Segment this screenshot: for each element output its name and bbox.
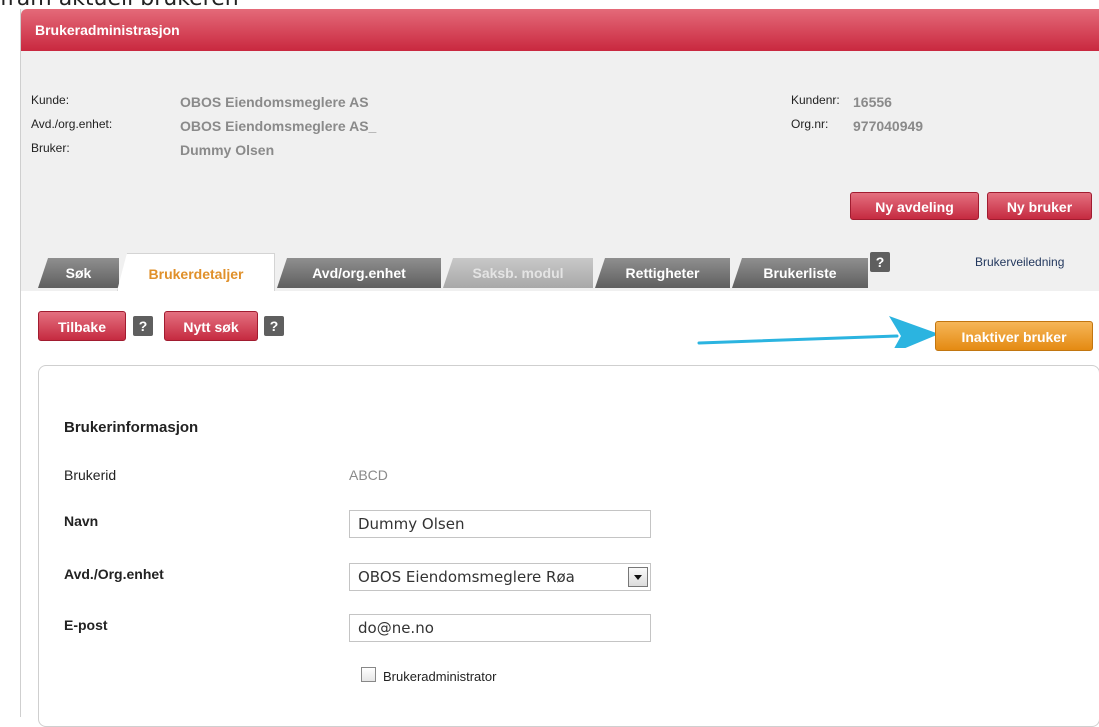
chevron-down-icon[interactable] [628,567,648,587]
avd-org-select-value: OBOS Eiendomsmeglere Røa [358,568,575,586]
avd-value: OBOS Eiendomsmeglere AS_ [180,118,377,134]
avd-org-label: Avd./Org.enhet [64,566,164,582]
avd-org-select[interactable]: OBOS Eiendomsmeglere Røa [349,563,651,591]
tab-brukerdetaljer[interactable]: Brukerdetaljer [117,253,275,291]
section-title: Brukerinformasjon [64,419,199,436]
nytt-sok-button[interactable]: Nytt søk [164,311,258,341]
kunde-value: OBOS Eiendomsmeglere AS [180,94,369,110]
bruker-label: Bruker: [31,141,70,155]
brukerveiledning-link[interactable]: Brukerveiledning [975,255,1064,269]
app-frame: Brukeradministrasjon Kunde: OBOS Eiendom… [20,9,1099,727]
tab-brukerliste[interactable]: Brukerliste [732,258,868,288]
orgnr-value: 977040949 [853,118,924,134]
bruker-value: Dummy Olsen [180,142,275,158]
kunde-label: Kunde: [31,93,70,107]
navn-label: Navn [64,513,99,529]
help-icon[interactable]: ? [870,252,890,272]
tilbake-help-icon[interactable]: ? [133,316,153,336]
nytt-sok-help-icon[interactable]: ? [264,316,284,336]
arrow-annotation-icon [697,316,939,348]
navn-input[interactable]: Dummy Olsen [349,510,651,538]
tab-rettigheter[interactable]: Rettigheter [595,258,730,288]
orgnr-label: Org.nr: [791,117,829,131]
brukeradministrator-label: Brukeradministrator [383,669,497,684]
ny-avdeling-button[interactable]: Ny avdeling [850,192,979,220]
tilbake-button[interactable]: Tilbake [38,311,126,341]
epost-input[interactable]: do@ne.no [349,614,651,642]
brukeradministrator-checkbox[interactable] [361,667,376,682]
brukerid-value: ABCD [349,467,388,483]
brukerid-label: Brukerid [64,467,117,483]
tab-saksb-modul: Saksb. modul [443,258,593,288]
inaktiver-bruker-button[interactable]: Inaktiver bruker [935,321,1093,351]
kundenr-value: 16556 [853,94,892,110]
window-title: Brukeradministrasjon [35,22,180,38]
avd-label: Avd./org.enhet: [31,117,113,131]
tab-avd-org-enhet[interactable]: Avd/org.enhet [277,258,441,288]
kundenr-label: Kundenr: [791,93,840,107]
tab-sok[interactable]: Søk [38,258,119,288]
epost-label: E-post [64,617,108,633]
title-bar: Brukeradministrasjon [21,9,1099,51]
content-area: Tilbake ? Nytt søk ? Inaktiver bruker Br… [21,291,1099,727]
ny-bruker-button[interactable]: Ny bruker [987,192,1092,220]
user-info-panel: Brukerinformasjon Brukerid ABCD Navn Dum… [38,365,1099,727]
